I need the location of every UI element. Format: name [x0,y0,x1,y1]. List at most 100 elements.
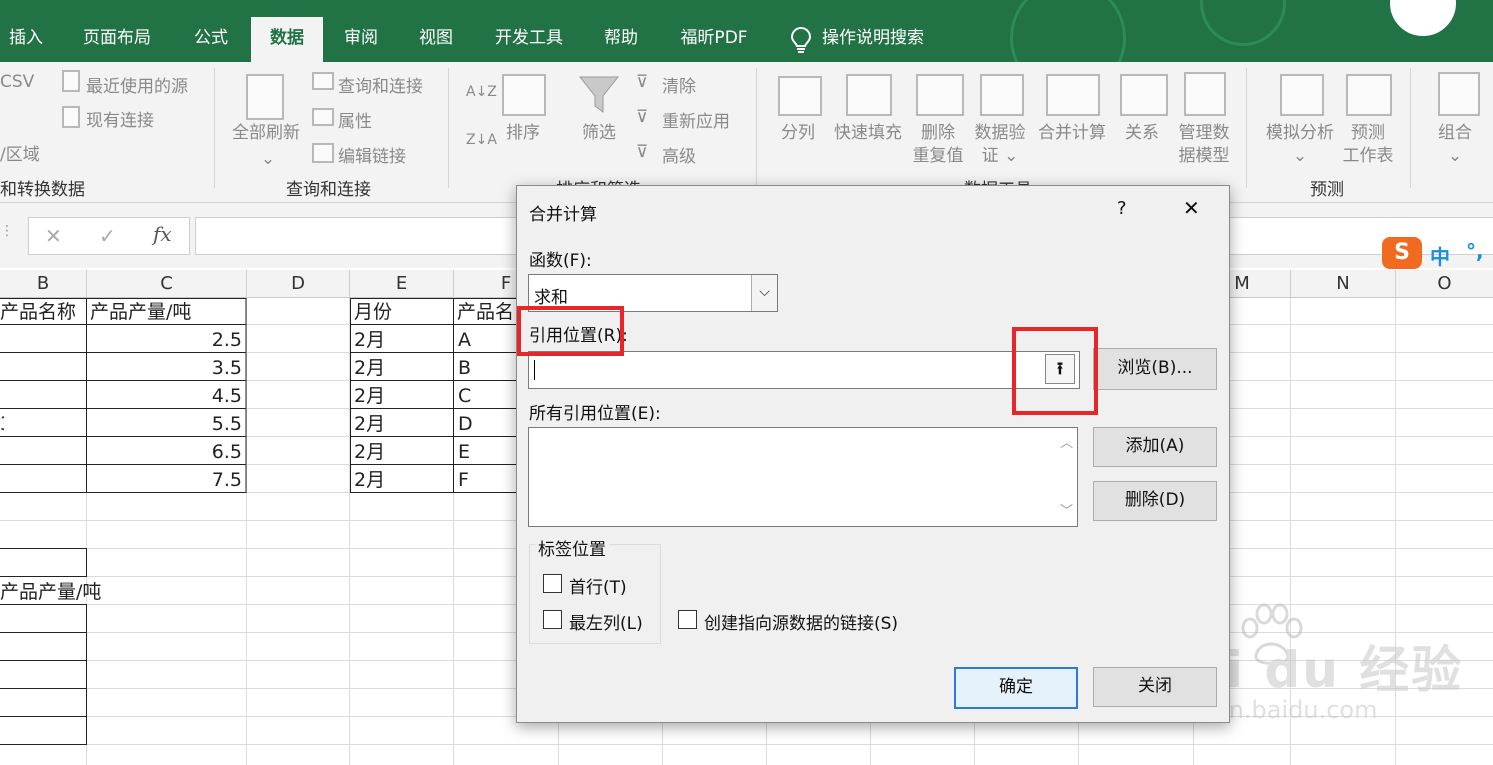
help-icon[interactable]: ? [1117,198,1127,219]
refresh-all-button[interactable]: 全部刷新 [228,122,304,145]
cell-f-value[interactable]: F [458,466,518,494]
scroll-up-icon[interactable]: ︿ [1060,432,1073,451]
cell-e-value[interactable]: 2月 [354,438,452,466]
data-model-label-2: 据模型 [1178,146,1230,166]
delete-button[interactable]: 删除(D) [1093,481,1217,521]
drag-handle-icon[interactable]: ⋮ [0,223,14,239]
tab-page-layout[interactable]: 页面布局 [66,17,168,62]
sort-descending-button[interactable]: Z↓A [466,132,497,148]
left-column-checkbox[interactable] [543,610,562,629]
chevron-down-icon[interactable]: ⌄ [258,148,278,171]
remove-duplicates-button[interactable]: 删除 重复值 [908,122,968,168]
cell-f-value[interactable]: B [458,354,518,382]
group-outline-button[interactable]: 组合 ⌄ [1430,122,1480,168]
cell-b-partial[interactable]: 3 [0,410,4,438]
cell-c-value[interactable]: 3.5 [87,354,246,382]
sogou-ime-logo[interactable]: S [1382,237,1422,269]
top-row-label: 首行(T) [569,578,627,598]
cell-f-value[interactable]: A [458,326,518,354]
recent-sources-button[interactable]: 最近使用的源 [86,72,188,97]
consolidate-button[interactable]: 合并计算 [1034,122,1110,145]
sort-ascending-button[interactable]: A↓Z [466,84,497,100]
cell-c-header[interactable]: 产品产量/吨 [90,298,246,326]
tab-developer[interactable]: 开发工具 [482,17,576,62]
function-select-value: 求和 [534,288,568,308]
cell-c-value[interactable]: 6.5 [87,438,246,466]
text-to-columns-button[interactable]: 分列 [774,122,822,145]
scroll-down-icon[interactable]: ﹀ [1060,500,1073,519]
column-header-o[interactable]: O [1396,270,1493,298]
cell-b-lower-label[interactable]: 产品产量/吨 [0,578,160,606]
filter-button[interactable]: 筛选 [574,122,624,145]
reference-input[interactable] [528,351,1080,389]
data-validation-label-2: 证 [981,146,999,166]
column-header-e[interactable]: E [350,270,454,298]
cell-b-header[interactable]: 产品名称 [0,298,86,326]
cell-e-value[interactable]: 2月 [354,354,452,382]
create-links-label: 创建指向源数据的链接(S) [704,614,899,634]
close-icon[interactable]: ✕ [1183,196,1200,220]
advanced-filter-button[interactable]: 高级 [662,142,696,167]
create-links-checkbox[interactable] [678,610,697,629]
tab-view[interactable]: 视图 [405,17,467,62]
cell-c-value[interactable]: 5.5 [87,410,246,438]
cell-e-value[interactable]: 2月 [354,410,452,438]
enter-check-icon[interactable]: ✓ [99,224,116,248]
insert-function-icon[interactable]: fx [153,222,172,246]
browse-button[interactable]: 浏览(B)... [1093,348,1217,390]
flash-fill-button[interactable]: 快速填充 [830,122,906,145]
cell-e-value[interactable]: 2月 [354,382,452,410]
relationships-icon [1120,74,1168,116]
all-references-list[interactable]: ︿ ﹀ [528,427,1078,527]
manage-data-model-button[interactable]: 管理数 据模型 [1172,122,1236,168]
relationships-button[interactable]: 关系 [1118,122,1166,145]
ime-mode-indicator[interactable]: 中 [1430,241,1450,270]
tell-me-search[interactable]: 操作说明搜索 [822,17,952,62]
existing-connections-button[interactable]: 现有连接 [86,106,154,131]
existing-connections-icon [62,106,80,128]
column-header-c[interactable]: C [87,270,247,298]
edit-links-button[interactable]: 编辑链接 [338,142,406,167]
properties-button[interactable]: 属性 [338,107,372,132]
cell-f-value[interactable]: D [458,410,518,438]
tab-foxit-pdf[interactable]: 福昕PDF [666,17,762,62]
sort-button[interactable]: 排序 [500,122,546,145]
cell-f-value[interactable]: E [458,438,518,466]
what-if-analysis-button[interactable]: 模拟分析 ⌄ [1258,122,1342,168]
ime-punctuation-indicator[interactable]: °, [1466,239,1484,263]
cell-c-value[interactable]: 2.5 [87,326,246,354]
properties-icon [312,108,334,126]
cell-e-value[interactable]: 2月 [354,466,452,494]
consolidate-icon [1046,74,1100,116]
from-table-range-button[interactable]: /区域 [0,140,40,165]
cell-e-header[interactable]: 月份 [354,298,452,326]
reapply-button[interactable]: 重新应用 [662,107,730,132]
tab-formulas[interactable]: 公式 [180,17,242,62]
from-csv-button[interactable]: CSV [0,72,34,92]
list-scrollbar[interactable]: ︿ ﹀ [1055,428,1077,526]
chevron-down-icon[interactable]: ⌵ [751,275,777,311]
ok-button[interactable]: 确定 [954,667,1078,709]
clear-filter-button[interactable]: 清除 [662,72,696,97]
account-avatar[interactable] [1390,0,1456,36]
cell-e-value[interactable]: 2月 [354,326,452,354]
data-validation-button[interactable]: 数据验证 ⌄ [970,122,1030,168]
tab-data[interactable]: 数据 [251,17,323,62]
tab-review[interactable]: 审阅 [330,17,392,62]
queries-connections-button[interactable]: 查询和连接 [338,72,423,97]
forecast-sheet-button[interactable]: 预测 工作表 [1336,122,1400,168]
group-label-get-transform: 和转换数据 [0,180,85,200]
cell-c-value[interactable]: 7.5 [87,466,246,494]
cell-f-value[interactable]: C [458,382,518,410]
cancel-icon[interactable]: ✕ [45,224,62,248]
close-button[interactable]: 关闭 [1093,667,1217,707]
column-header-d[interactable]: D [247,270,350,298]
column-header-n[interactable]: N [1291,270,1396,298]
cell-c-value[interactable]: 4.5 [87,382,246,410]
tab-help[interactable]: 帮助 [590,17,652,62]
add-button[interactable]: 添加(A) [1093,427,1217,467]
tab-insert[interactable]: 插入 [0,17,52,62]
what-if-analysis-label: 模拟分析 [1266,123,1334,143]
top-row-checkbox[interactable] [543,574,562,593]
column-header-b[interactable]: B [0,270,87,298]
